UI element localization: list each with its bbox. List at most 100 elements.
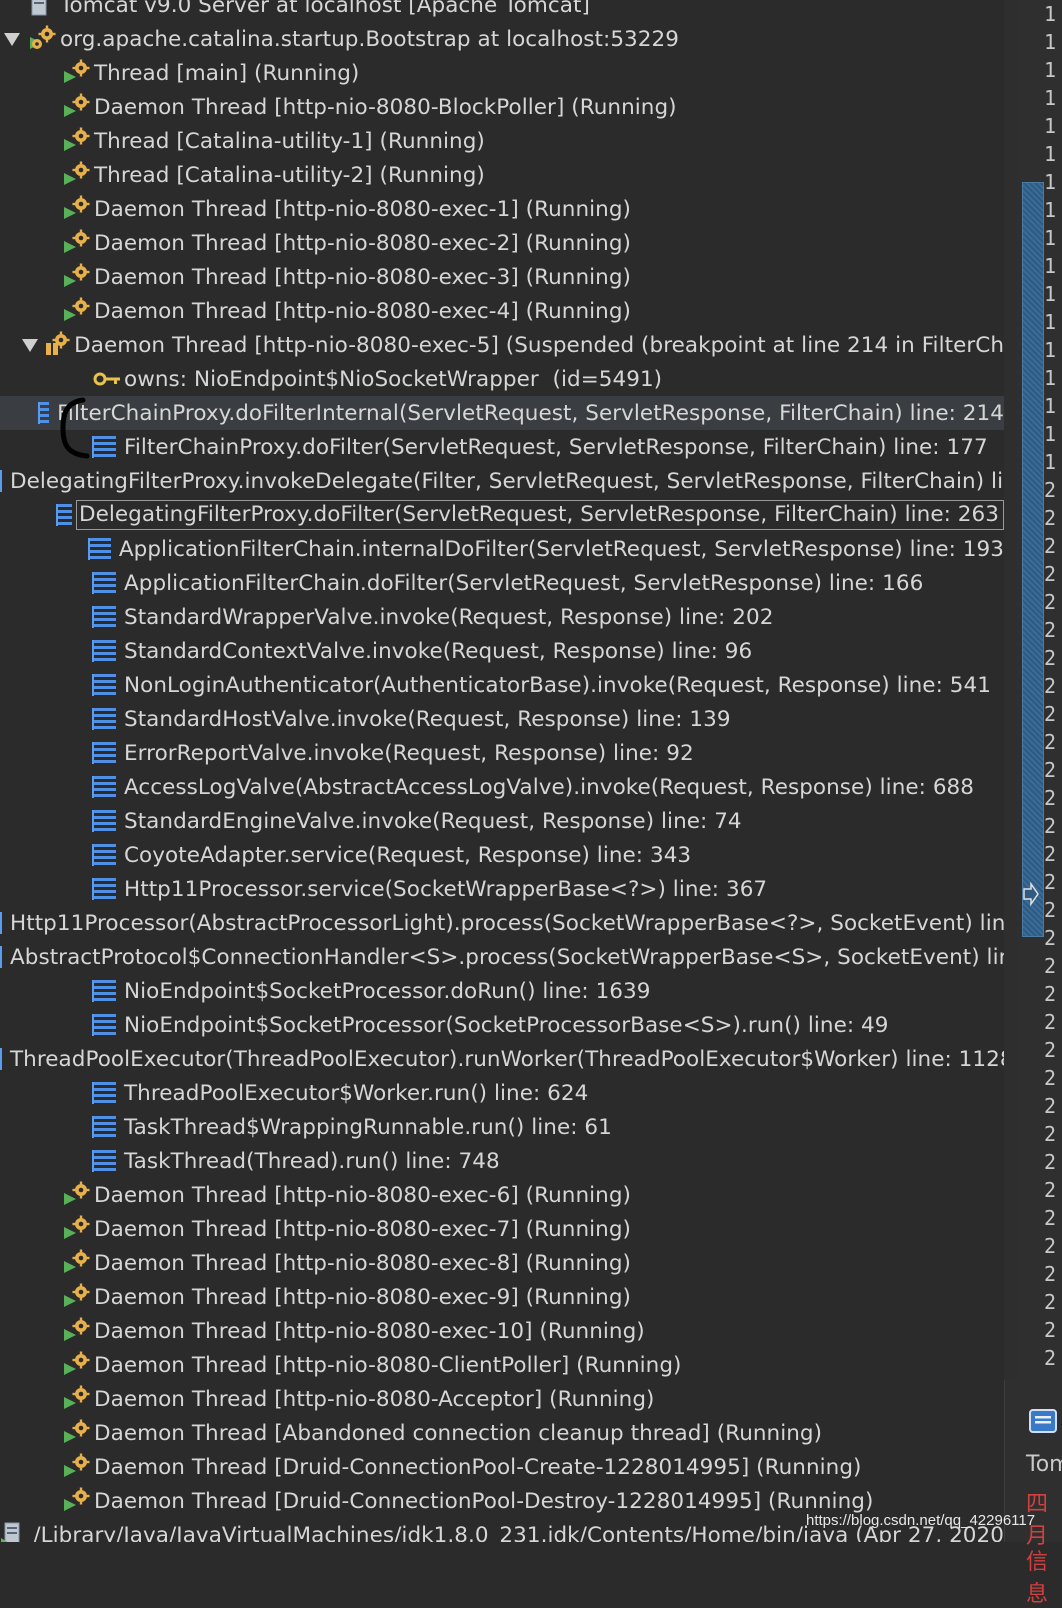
console-title-fragment: Tom bbox=[1026, 1452, 1062, 1477]
thread-running-icon bbox=[62, 161, 92, 189]
row-label: FilterChainProxy.doFilterInternal(Servle… bbox=[57, 400, 1004, 426]
thread-suspended-icon bbox=[42, 331, 72, 359]
stack-frame-row[interactable]: AccessLogValve(AbstractAccessLogValve).i… bbox=[0, 770, 1004, 804]
line-number: 1 bbox=[1044, 282, 1057, 306]
handwritten-bracket-mark bbox=[60, 397, 90, 459]
expand-toggle-icon[interactable] bbox=[0, 32, 24, 46]
thread-row[interactable]: Daemon Thread [http-nio-8080-ClientPolle… bbox=[0, 1348, 1004, 1382]
thread-row[interactable]: Daemon Thread [http-nio-8080-exec-6] (Ru… bbox=[0, 1178, 1004, 1212]
stack-frame-row[interactable]: ApplicationFilterChain.internalDoFilter(… bbox=[0, 532, 1004, 566]
row-label: ApplicationFilterChain.doFilter(ServletR… bbox=[124, 570, 924, 596]
row-label: ErrorReportValve.invoke(Request, Respons… bbox=[124, 740, 694, 766]
expand-toggle-icon[interactable] bbox=[21, 338, 38, 352]
stack-frame-row[interactable]: DelegatingFilterProxy.doFilter(ServletRe… bbox=[0, 498, 1004, 532]
stack-frame-row[interactable]: ThreadPoolExecutor$Worker.run() line: 62… bbox=[0, 1076, 1004, 1110]
row-label: ThreadPoolExecutor$Worker.run() line: 62… bbox=[124, 1080, 589, 1106]
thread-row[interactable]: Daemon Thread [http-nio-8080-Acceptor] (… bbox=[0, 1382, 1004, 1416]
row-label: Daemon Thread [http-nio-8080-exec-3] (Ru… bbox=[94, 264, 631, 290]
stack-frame-row[interactable]: CoyoteAdapter.service(Request, Response)… bbox=[0, 838, 1004, 872]
stack-frame-row[interactable]: StandardWrapperValve.invoke(Request, Res… bbox=[0, 600, 1004, 634]
stack-frame-row[interactable]: StandardEngineValve.invoke(Request, Resp… bbox=[0, 804, 1004, 838]
line-number-ruler: 1 1 1 1 1 1 1 1 1 1 1 1 1 1 1 1 1 2 2 2 2 2 2 2 2 2 2 2 2 2 2 2 2 2 2 2 2 2 2 2… bbox=[1044, 0, 1062, 1380]
line-number: 2 bbox=[1044, 898, 1057, 922]
console-view-icon[interactable] bbox=[1028, 1406, 1058, 1436]
overview-ruler-thumb[interactable] bbox=[1022, 182, 1044, 937]
row-label: Daemon Thread [Druid-ConnectionPool-Dest… bbox=[94, 1488, 874, 1514]
row-label: Http11Processor(AbstractProcessorLight).… bbox=[10, 910, 1004, 936]
thread-row[interactable]: Daemon Thread [http-nio-8080-exec-9] (Ru… bbox=[0, 1280, 1004, 1314]
line-number: 1 bbox=[1044, 58, 1057, 82]
stack-frame-row[interactable]: Http11Processor.service(SocketWrapperBas… bbox=[0, 872, 1004, 906]
row-label: Daemon Thread [Druid-ConnectionPool-Crea… bbox=[94, 1454, 862, 1480]
stack-frame-row[interactable]: ErrorReportValve.invoke(Request, Respons… bbox=[0, 736, 1004, 770]
thread-row[interactable]: Daemon Thread [http-nio-8080-BlockPoller… bbox=[0, 90, 1004, 124]
stack-frame-row[interactable]: FilterChainProxy.doFilterInternal(Servle… bbox=[0, 396, 1004, 430]
line-number: 2 bbox=[1044, 814, 1057, 838]
stack-frame-row[interactable]: StandardContextValve.invoke(Request, Res… bbox=[0, 634, 1004, 668]
thread-row[interactable]: Thread [Catalina-utility-1] (Running) bbox=[0, 124, 1004, 158]
debug-view-tree[interactable]: Tomcat v9.0 Server at localhost [Apache … bbox=[0, 0, 1004, 1542]
thread-running-icon bbox=[62, 1385, 92, 1413]
stack-frame-icon bbox=[92, 980, 116, 1002]
line-number: 2 bbox=[1044, 618, 1057, 642]
row-label: Daemon Thread [http-nio-8080-BlockPoller… bbox=[94, 94, 677, 120]
line-number: 1 bbox=[1044, 338, 1057, 362]
thread-running-icon bbox=[62, 229, 92, 257]
stack-frame-row[interactable]: FilterChainProxy.doFilter(ServletRequest… bbox=[0, 430, 1004, 464]
stack-frame-row[interactable]: Http11Processor(AbstractProcessorLight).… bbox=[0, 906, 1004, 940]
line-number: 2 bbox=[1044, 758, 1057, 782]
line-number: 2 bbox=[1044, 478, 1057, 502]
stack-frame-row[interactable]: ThreadPoolExecutor(ThreadPoolExecutor).r… bbox=[0, 1042, 1004, 1076]
stack-frame-icon bbox=[0, 470, 2, 492]
row-label: DelegatingFilterProxy.invokeDelegate(Fil… bbox=[10, 468, 1004, 494]
stack-frame-row[interactable]: AbstractProtocol$ConnectionHandler<S>.pr… bbox=[0, 940, 1004, 974]
stack-frame-row[interactable]: StandardHostValve.invoke(Request, Respon… bbox=[0, 702, 1004, 736]
thread-row[interactable]: Daemon Thread [http-nio-8080-exec-1] (Ru… bbox=[0, 192, 1004, 226]
row-label: org.apache.catalina.startup.Bootstrap at… bbox=[60, 26, 679, 52]
row-label: ThreadPoolExecutor(ThreadPoolExecutor).r… bbox=[10, 1046, 1004, 1072]
row-label: DelegatingFilterProxy.doFilter(ServletRe… bbox=[76, 500, 1004, 530]
stack-frame-icon bbox=[92, 674, 116, 696]
row-label: TaskThread$WrappingRunnable.run() line: … bbox=[124, 1114, 612, 1140]
line-number: 2 bbox=[1044, 926, 1057, 950]
stack-frame-row[interactable]: NioEndpoint$SocketProcessor.doRun() line… bbox=[0, 974, 1004, 1008]
line-number: 2 bbox=[1044, 1234, 1057, 1258]
line-number: 1 bbox=[1044, 450, 1057, 474]
stack-frame-row[interactable]: TaskThread$WrappingRunnable.run() line: … bbox=[0, 1110, 1004, 1144]
line-number: 2 bbox=[1044, 954, 1057, 978]
thread-row[interactable]: Thread [Catalina-utility-2] (Running) bbox=[0, 158, 1004, 192]
row-label: NioEndpoint$SocketProcessor(SocketProces… bbox=[124, 1012, 889, 1038]
stack-frame-icon bbox=[92, 708, 116, 730]
line-number: 2 bbox=[1044, 590, 1057, 614]
thread-row[interactable]: Daemon Thread [http-nio-8080-exec-10] (R… bbox=[0, 1314, 1004, 1348]
line-number: 2 bbox=[1044, 1178, 1057, 1202]
thread-row[interactable]: Thread [main] (Running) bbox=[0, 56, 1004, 90]
thread-row[interactable]: Daemon Thread [http-nio-8080-exec-5] (Su… bbox=[0, 328, 1004, 362]
debug-target-row[interactable]: Tomcat v9.0 Server at localhost [Apache … bbox=[0, 0, 1004, 22]
stack-frame-icon bbox=[92, 742, 116, 764]
thread-running-icon bbox=[62, 1487, 92, 1515]
thread-row[interactable]: Daemon Thread [http-nio-8080-exec-2] (Ru… bbox=[0, 226, 1004, 260]
thread-row[interactable]: Daemon Thread [Druid-ConnectionPool-Crea… bbox=[0, 1450, 1004, 1484]
stack-frame-icon bbox=[92, 572, 116, 594]
thread-running-icon bbox=[62, 1249, 92, 1277]
stack-frame-row[interactable]: TaskThread(Thread).run() line: 748 bbox=[0, 1144, 1004, 1178]
stack-frame-icon bbox=[92, 1150, 116, 1172]
watermark-text: https://blog.csdn.net/qq_42296117 bbox=[806, 1512, 1036, 1529]
thread-row[interactable]: Daemon Thread [http-nio-8080-exec-3] (Ru… bbox=[0, 260, 1004, 294]
row-label: owns: NioEndpoint$NioSocketWrapper (id=5… bbox=[124, 366, 663, 392]
stack-frame-row[interactable]: DelegatingFilterProxy.invokeDelegate(Fil… bbox=[0, 464, 1004, 498]
thread-row[interactable]: Daemon Thread [Abandoned connection clea… bbox=[0, 1416, 1004, 1450]
stack-frame-row[interactable]: ApplicationFilterChain.doFilter(ServletR… bbox=[0, 566, 1004, 600]
debug-target-row[interactable]: org.apache.catalina.startup.Bootstrap at… bbox=[0, 22, 1004, 56]
thread-row[interactable]: Daemon Thread [http-nio-8080-exec-4] (Ru… bbox=[0, 294, 1004, 328]
thread-row[interactable]: Daemon Thread [http-nio-8080-exec-7] (Ru… bbox=[0, 1212, 1004, 1246]
line-number: 1 bbox=[1044, 310, 1057, 334]
owned-monitor-row[interactable]: owns: NioEndpoint$NioSocketWrapper (id=5… bbox=[0, 362, 1004, 396]
thread-running-icon bbox=[62, 93, 92, 121]
stack-frame-row[interactable]: NioEndpoint$SocketProcessor(SocketProces… bbox=[0, 1008, 1004, 1042]
line-number: 1 bbox=[1044, 30, 1057, 54]
thread-row[interactable]: Daemon Thread [http-nio-8080-exec-8] (Ru… bbox=[0, 1246, 1004, 1280]
stack-frame-row[interactable]: NonLoginAuthenticator(AuthenticatorBase)… bbox=[0, 668, 1004, 702]
server-icon bbox=[28, 0, 58, 19]
